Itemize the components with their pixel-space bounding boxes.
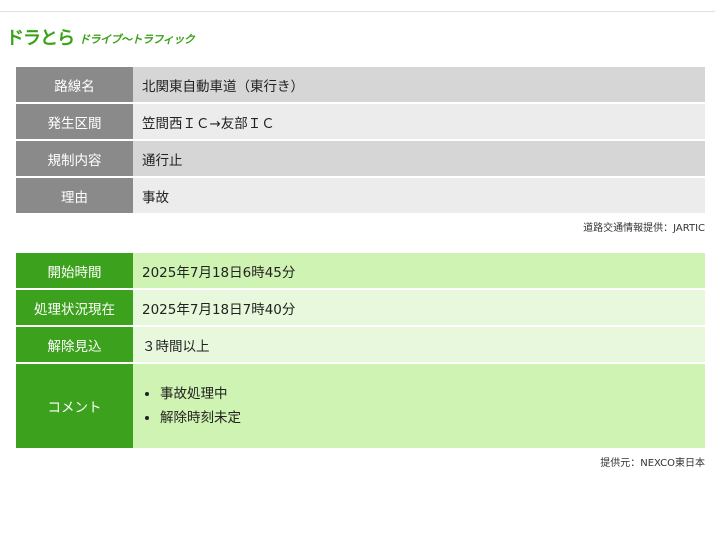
table-row: 発生区間 笠間西ＩＣ→友部ＩＣ (16, 104, 705, 139)
list-item: 事故処理中 (160, 382, 705, 406)
row-label-regulation: 規制内容 (16, 141, 133, 176)
table-row: 処理状況現在 2025年7月18日7時40分 (16, 290, 705, 325)
table-row: 開始時間 2025年7月18日6時45分 (16, 253, 705, 288)
dratora-logo[interactable]: ドラとら ドライブ〜トラフィック (6, 28, 195, 49)
list-item: 解除時刻未定 (160, 406, 705, 430)
table-row: 理由 事故 (16, 178, 705, 213)
row-label-section: 発生区間 (16, 104, 133, 139)
row-value-status-time: 2025年7月18日7時40分 (133, 290, 705, 325)
row-label-reason: 理由 (16, 178, 133, 213)
table-row: 規制内容 通行止 (16, 141, 705, 176)
row-label-status-time: 処理状況現在 (16, 290, 133, 325)
row-label-start-time: 開始時間 (16, 253, 133, 288)
logo-main-text: ドラとら (6, 28, 75, 49)
row-value-reason: 事故 (133, 178, 705, 213)
row-value-clear-estimate: ３時間以上 (133, 327, 705, 362)
comment-list: 事故処理中 解除時刻未定 (142, 382, 705, 430)
row-value-section: 笠間西ＩＣ→友部ＩＣ (133, 104, 705, 139)
jartic-credit: 道路交通情報提供：JARTIC (583, 223, 705, 234)
top-divider (0, 11, 715, 12)
row-value-start-time: 2025年7月18日6時45分 (133, 253, 705, 288)
table-row: 解除見込 ３時間以上 (16, 327, 705, 362)
logo-sub-text: ドライブ〜トラフィック (79, 33, 195, 46)
traffic-info-table: 路線名 北関東自動車道（東行き） 発生区間 笠間西ＩＣ→友部ＩＣ 規制内容 通行… (16, 65, 705, 215)
row-value-regulation: 通行止 (133, 141, 705, 176)
row-label-clear-estimate: 解除見込 (16, 327, 133, 362)
table-row: 路線名 北関東自動車道（東行き） (16, 67, 705, 102)
row-label-route: 路線名 (16, 67, 133, 102)
row-value-route: 北関東自動車道（東行き） (133, 67, 705, 102)
row-label-comment: コメント (16, 364, 133, 448)
nexco-credit: 提供元：NEXCO東日本 (600, 458, 705, 469)
row-value-comment: 事故処理中 解除時刻未定 (133, 364, 705, 448)
time-info-table: 開始時間 2025年7月18日6時45分 処理状況現在 2025年7月18日7時… (16, 251, 705, 450)
table-row: コメント 事故処理中 解除時刻未定 (16, 364, 705, 448)
